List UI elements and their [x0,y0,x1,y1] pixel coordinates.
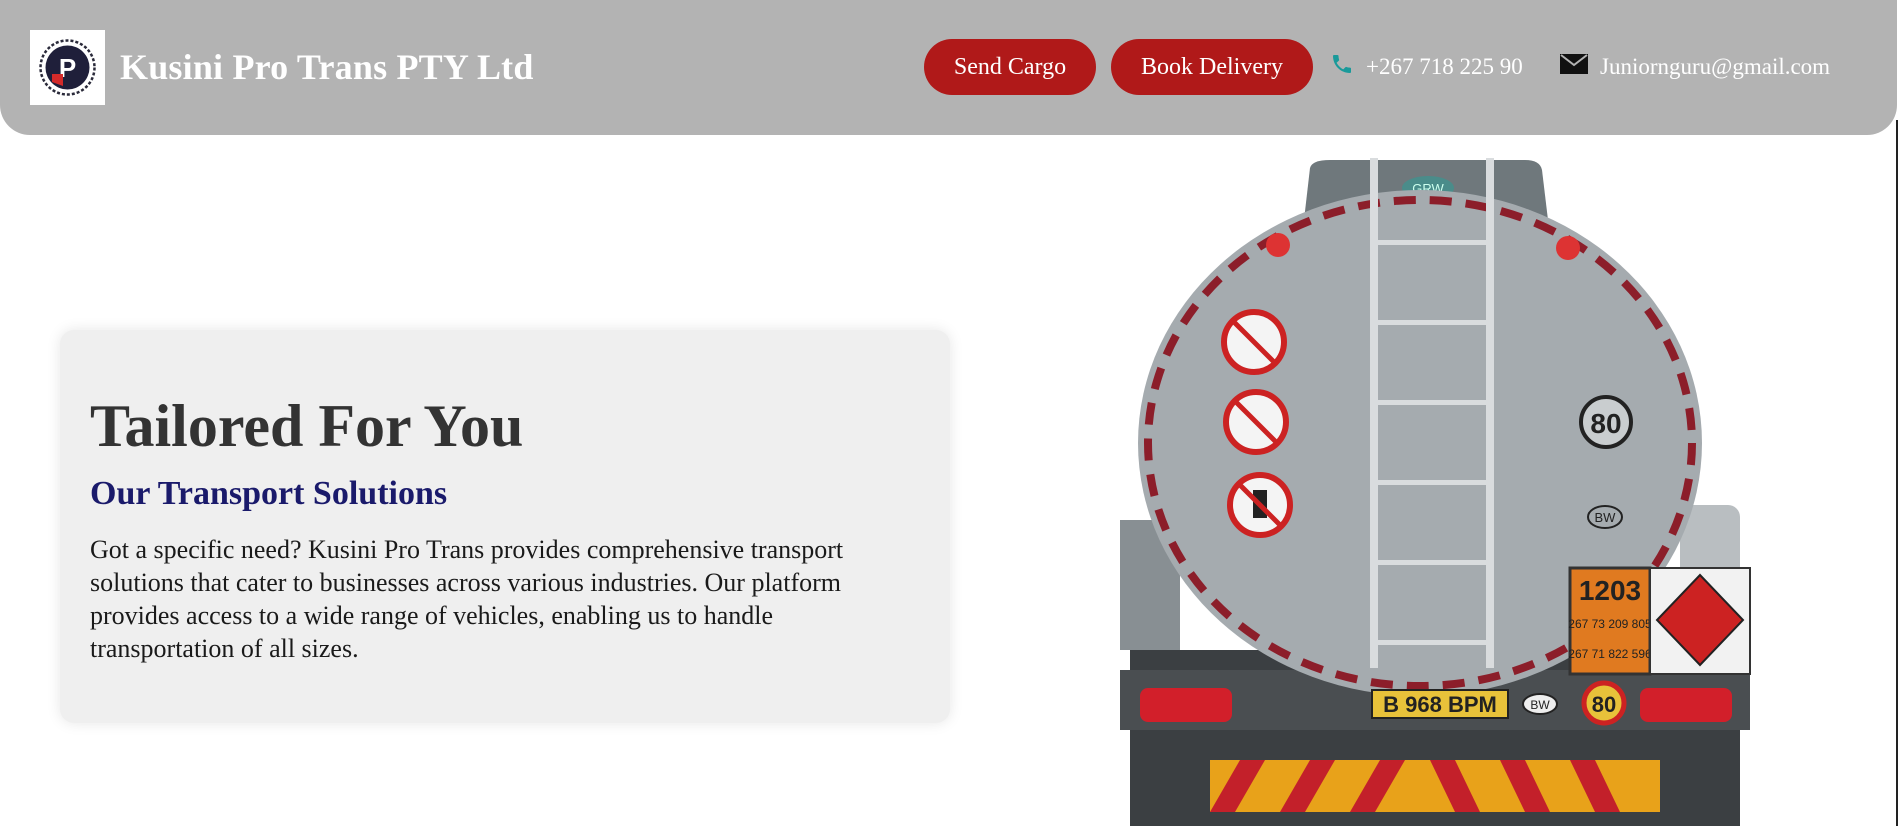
book-delivery-button[interactable]: Book Delivery [1111,39,1313,95]
phone-icon [1330,52,1354,82]
envelope-icon [1560,54,1588,80]
hero-title: Tailored For You [90,393,524,459]
tank-country-label: BW [1595,510,1617,525]
hero-subtitle: Our Transport Solutions [90,475,448,512]
hazard-phone-line-2: 267 71 822 596 [1568,647,1652,661]
tanker-truck-image: GRW 80 BW 1203 267 73 209 805 267 71 822… [1090,150,1780,826]
phone-contact[interactable]: +267 718 225 90 [1330,50,1523,84]
brand-title[interactable]: Kusini Pro Trans PTY Ltd [120,46,534,88]
send-cargo-button[interactable]: Send Cargo [924,39,1096,95]
no-phone-sign [1227,472,1293,538]
company-logo[interactable]: P [30,30,105,105]
rear-country-label: BW [1530,698,1550,712]
hazard-code: 1203 [1579,575,1641,606]
tanker-truck-illustration: GRW 80 BW 1203 267 73 209 805 267 71 822… [1120,158,1751,826]
no-smoking-sign [1221,309,1287,375]
page-edge-divider [1896,120,1898,826]
phone-number: +267 718 225 90 [1366,54,1523,79]
hero-description: Got a specific need? Kusini Pro Trans pr… [90,535,844,663]
email-contact[interactable]: Juniornguru@gmail.com [1560,50,1830,84]
number-plate: B 968 BPM [1383,692,1497,717]
rear-speed-label: 80 [1592,692,1616,717]
logo-emblem-icon: P [39,39,96,96]
no-fire-sign [1223,389,1289,455]
hazard-phone-line-1: 267 73 209 805 [1568,617,1652,631]
email-address: Juniornguru@gmail.com [1600,54,1831,79]
tank-speed-label: 80 [1590,408,1621,439]
site-header: P Kusini Pro Trans PTY Ltd Send Cargo Bo… [0,0,1897,135]
